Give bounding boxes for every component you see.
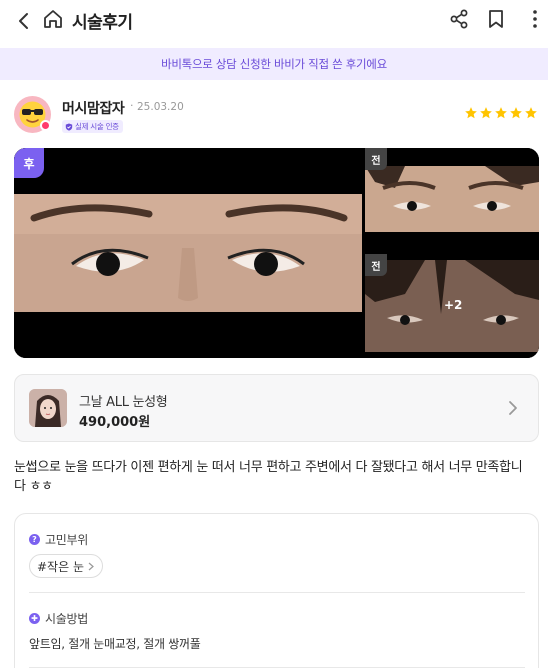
- eyes-after-image: [14, 148, 362, 358]
- home-icon[interactable]: [42, 8, 64, 30]
- treatment-info-card: ? 고민부위 #작은 눈 ✚ 시술방법 앞트임, 절개 눈매교정, 절개 쌍꺼풀: [14, 513, 539, 668]
- share-icon[interactable]: [448, 8, 470, 30]
- star-icon: [525, 107, 537, 119]
- shield-check-icon: [65, 123, 73, 131]
- star-icon: [510, 107, 522, 119]
- model-face-image: [29, 389, 67, 427]
- concern-title: 고민부위: [45, 533, 88, 547]
- bookmark-icon[interactable]: [485, 8, 507, 30]
- method-text: 앞트임, 절개 눈매교정, 절개 쌍꺼풀: [29, 637, 201, 651]
- top-bar: 시술후기: [0, 0, 548, 46]
- after-photo[interactable]: 후: [14, 148, 362, 358]
- separator-dot: ·: [130, 99, 134, 112]
- concern-tag: #작은 눈: [37, 559, 84, 574]
- after-label: 후: [14, 148, 44, 178]
- photo-gallery: 후 전 전 +2: [14, 148, 539, 358]
- divider: [29, 592, 525, 593]
- author-nickname[interactable]: 머시맘잡자: [62, 98, 125, 118]
- concern-tag-chip[interactable]: #작은 눈: [29, 554, 103, 578]
- method-section-header: ✚ 시술방법: [29, 610, 88, 627]
- notice-banner: 바비톡으로 상담 신청한 바비가 직접 쓴 후기에요: [0, 48, 548, 80]
- verified-label: 실제 시술 인증: [75, 122, 119, 131]
- product-thumbnail: [29, 389, 67, 427]
- before-label-2: 전: [365, 254, 387, 276]
- star-icon: [465, 107, 477, 119]
- method-title: 시술방법: [45, 612, 88, 626]
- method-icon: ✚: [29, 613, 40, 624]
- question-icon: ?: [29, 534, 40, 545]
- avatar-badge: [40, 120, 51, 131]
- eyes-before-image-1: [365, 148, 539, 251]
- product-price: 490,000원: [79, 415, 151, 430]
- rating-stars: [464, 106, 538, 120]
- before-photo-1[interactable]: 전: [365, 148, 539, 251]
- star-icon: [480, 107, 492, 119]
- before-photo-2[interactable]: 전 +2: [365, 254, 539, 358]
- page-title: 시술후기: [72, 13, 133, 33]
- chevron-right-icon: [509, 401, 517, 415]
- verified-badge: 실제 시술 인증: [62, 120, 123, 133]
- review-author: 머시맘잡자 · 25.03.20 실제 시술 인증: [14, 96, 537, 136]
- more-photos-count[interactable]: +2: [444, 298, 462, 312]
- product-card[interactable]: 그날 ALL 눈성형 490,000원: [14, 374, 539, 442]
- star-icon: [495, 107, 507, 119]
- chevron-right-icon: [88, 562, 94, 570]
- more-vertical-icon[interactable]: [524, 8, 546, 30]
- chevron-left-icon[interactable]: [14, 11, 34, 31]
- review-text: 눈썹으로 눈을 뜨다가 이젠 편하게 눈 떠서 너무 편하고 주변에서 다 잘됐…: [14, 460, 523, 494]
- before-label-1: 전: [365, 148, 387, 170]
- product-name: 그날 ALL 눈성형: [79, 395, 168, 410]
- review-date: 25.03.20: [137, 101, 184, 113]
- concern-section-header: ? 고민부위: [29, 531, 88, 548]
